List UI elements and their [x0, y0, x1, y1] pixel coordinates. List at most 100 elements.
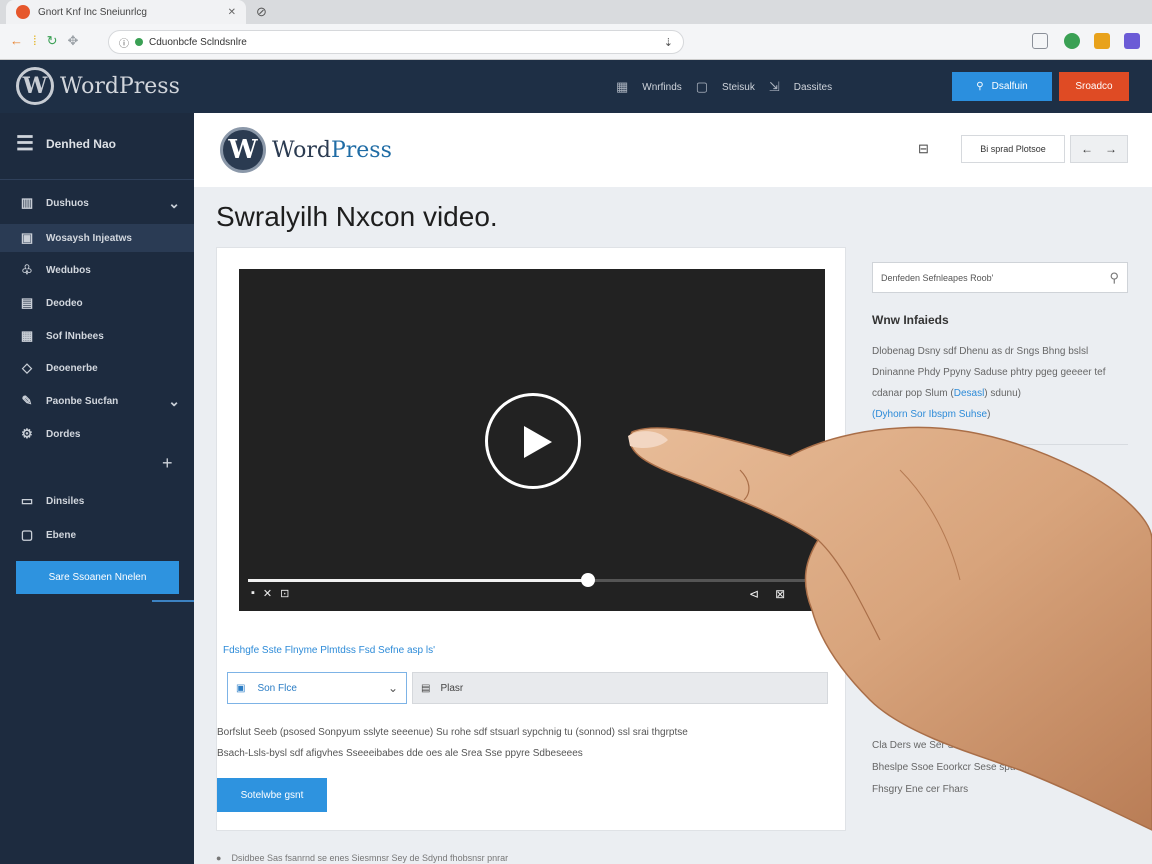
header-action-button[interactable]: Bi sprad Plotsoe: [961, 135, 1065, 163]
dashboard-icon: ▥: [20, 195, 34, 210]
arrow-left-icon[interactable]: ←: [1081, 142, 1093, 156]
reload-icon[interactable]: ↻: [47, 33, 58, 49]
header-action-label: Bi sprad Plotsoe: [980, 144, 1046, 154]
video-progress-fill: [248, 579, 588, 582]
admin-sidebar: ☰ Denhed Nao ▥ Dushuos ⌄ ▣ Wosaysh Injea…: [0, 113, 194, 864]
sidebar-item-label: Deoenerbe: [46, 362, 98, 374]
grid-icon[interactable]: ▦: [616, 79, 628, 95]
folder-icon: ▭: [20, 493, 34, 508]
screen-options-icon[interactable]: ⊟: [918, 141, 929, 157]
media-icon: ▣: [20, 230, 34, 245]
sidebar-item-tools[interactable]: ✎ Paonbe Sucfan ⌄: [0, 387, 194, 415]
widget-link-1[interactable]: Desasl: [954, 388, 985, 399]
sidebar-header[interactable]: ☰ Denhed Nao: [16, 131, 116, 156]
widget-link-2[interactable]: (Dyhorn Sor Ibspm Suhse: [872, 409, 987, 420]
sidebar-item-dashboard[interactable]: ▥ Dushuos ⌄: [0, 189, 194, 217]
admin-search-button[interactable]: ⚲ Dsalfuin: [952, 72, 1052, 101]
sidebar-item-calendar[interactable]: ▢ Ebene: [0, 521, 194, 549]
extension-icon-2[interactable]: [1064, 33, 1080, 49]
site-logo-text: WordPress: [272, 138, 392, 163]
home-icon[interactable]: ✥: [68, 33, 79, 49]
main-content: W WordPress ⊟ Bi sprad Plotsoe ← → Swral…: [194, 113, 1152, 864]
address-bar-row: ← ⁞ ↻ ✥ ⓘ Cduonbcfe Sclndsnlre ⇣: [0, 24, 1152, 60]
sidebar-item-posts[interactable]: ▦ Sof lNnbees: [0, 322, 194, 350]
sidebar-search-input[interactable]: Denfeden Sefnleapes Roob' ⚲: [872, 262, 1128, 293]
admin-nav-item-3[interactable]: Dassites: [794, 82, 832, 93]
wp-admin-bar: W WordPress ▦ Wnrfinds ▢ Steisuk ⇲ Dassi…: [0, 60, 1152, 113]
close-tab-icon[interactable]: ✕: [228, 7, 236, 18]
site-header: W WordPress ⊟ Bi sprad Plotsoe ← →: [194, 113, 1152, 187]
place-field[interactable]: ▤ Plasr: [412, 672, 828, 704]
extension-icon-3[interactable]: [1094, 33, 1110, 49]
extension-icon-4[interactable]: [1124, 33, 1140, 49]
comment-icon[interactable]: ▢: [696, 79, 708, 95]
settings-icon[interactable]: ⊠: [775, 587, 785, 601]
info-icon: ⓘ: [119, 38, 129, 50]
bookmark-icon[interactable]: ⇣: [664, 36, 673, 49]
browser-tab[interactable]: Gnort Knf Inc Sneiunrlcg ✕: [6, 0, 246, 24]
sidebar-item-media[interactable]: ▣ Wosaysh Injeatws: [0, 224, 194, 252]
lock-icon[interactable]: ▪: [251, 587, 255, 600]
screen: Gnort Knf Inc Sneiunrlcg ✕ ⊘ ← ⁞ ↻ ✥ ⓘ C…: [0, 0, 1152, 864]
extension-icon-1[interactable]: [1032, 33, 1048, 49]
video-player[interactable]: ▪ ✕ ⊡ ⊲ ⊠: [239, 269, 825, 611]
widget-text-tail: ) sdunu): [984, 388, 1021, 399]
link-row[interactable]: Fdshgfe Sste Flnyme Plmtdss Fsd Sefne as…: [223, 645, 435, 656]
url-text: Cduonbcfe Sclndsnlre: [149, 36, 247, 48]
sidebar-item-folders[interactable]: ▭ Dinsiles: [0, 487, 194, 515]
avatar-icon: ●: [216, 852, 222, 863]
shuffle-icon[interactable]: ✕: [263, 587, 272, 600]
tab-title: Gnort Knf Inc Sneiunrlcg: [38, 6, 147, 18]
add-icon[interactable]: +: [162, 453, 173, 474]
share-icon[interactable]: ⊲: [749, 587, 759, 601]
sidebar-item-label: Wosaysh Injeatws: [46, 232, 132, 244]
tools-icon: ✎: [21, 393, 33, 408]
wp-admin-logo[interactable]: W WordPress: [16, 67, 180, 105]
edit-icon[interactable]: ⇲: [769, 79, 780, 95]
posts-icon: ▦: [20, 328, 34, 343]
search-icon[interactable]: ⚲: [1109, 270, 1119, 286]
sidebar-header-label: Denhed Nao: [45, 136, 116, 151]
description-line-2: Bsach-Lsls-bysl sdf afigvhes Sseeeibabes…: [217, 748, 583, 759]
sidebar-item-label: Dinsiles: [46, 495, 85, 507]
admin-nav-item-1[interactable]: Wnrfinds: [642, 82, 681, 93]
sidebar-item-comments[interactable]: ♧ Wedubos: [0, 256, 194, 284]
video-progress-bar[interactable]: [248, 573, 814, 587]
bottom-strip: ● Dsidbee Sas fsanrnd se enes Siesmnsr S…: [216, 851, 836, 864]
arrow-right-icon[interactable]: →: [1105, 142, 1117, 156]
format-select[interactable]: ▣ Son Flce ⌄: [227, 672, 407, 704]
browser-tab-strip: Gnort Knf Inc Sneiunrlcg ✕ ⊘: [0, 0, 1152, 24]
admin-action-label: Sroadco: [1075, 81, 1113, 92]
forward-icon[interactable]: ⁞: [33, 33, 37, 49]
submit-label: Sotelwbe gsnt: [240, 789, 304, 801]
format-select-value: Son Flce: [257, 682, 297, 694]
video-controls-right: ⊲ ⊠: [749, 587, 785, 601]
widget-bottom-text: Cla Ders we Ser Sbae Daue Nuue Bhee Sra …: [872, 740, 1112, 795]
page-title: Swralyilh Nxcon video.: [216, 201, 498, 232]
sidebar-item-pages[interactable]: ▤ Deodeo: [0, 289, 194, 317]
calendar-icon: ▢: [20, 527, 34, 542]
new-tab-icon[interactable]: ⊘: [256, 4, 267, 20]
settings-icon: ⚙: [21, 426, 33, 441]
site-logo[interactable]: W WordPress: [220, 127, 392, 173]
sidebar-item-tags[interactable]: ◇ Deoenerbe: [0, 354, 194, 382]
submit-button[interactable]: Sotelwbe gsnt: [217, 778, 327, 812]
sidebar-cta-button[interactable]: Sare Ssoanen Nnelen: [16, 561, 179, 594]
url-input[interactable]: ⓘ Cduonbcfe Sclndsnlre ⇣: [108, 30, 684, 54]
play-button[interactable]: [485, 393, 581, 489]
captions-icon[interactable]: ⊡: [280, 587, 289, 600]
admin-nav-item-2[interactable]: Steisuk: [722, 82, 755, 93]
widget-title: Wnw Infaieds: [872, 313, 949, 327]
sidebar-item-settings[interactable]: ⚙ Dordes: [0, 420, 194, 448]
back-icon[interactable]: ←: [10, 33, 23, 49]
sidebar-item-label: Deodeo: [46, 297, 83, 309]
pager-buttons: ← →: [1070, 135, 1128, 163]
site-logo-press: Press: [330, 137, 392, 163]
wordpress-logo-icon: W: [16, 67, 54, 105]
admin-action-button[interactable]: Sroadco: [1059, 72, 1129, 101]
description-line-1: Borfslut Seeb (psosed Sonpyum sslyte see…: [217, 727, 688, 738]
sidebar-item-label: Paonbe Sucfan: [46, 395, 119, 407]
document-icon: ▤: [421, 682, 431, 694]
search-icon: ⚲: [976, 81, 984, 92]
video-progress-handle[interactable]: [580, 573, 595, 587]
